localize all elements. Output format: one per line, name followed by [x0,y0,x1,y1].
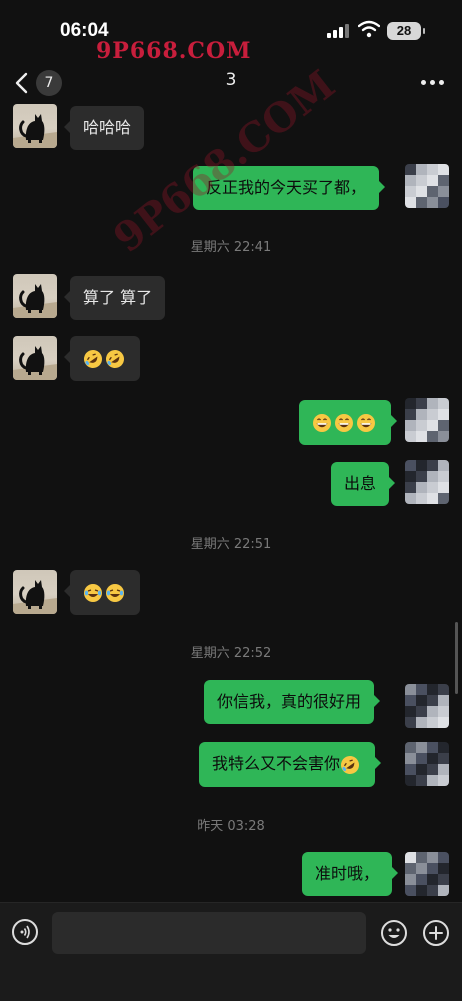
chat-area[interactable]: 哈哈哈 反正我的今天买了都， 星期六 22:41 算了 算了 出息 星期六 22… [0,104,462,902]
wifi-icon [358,20,380,38]
my-avatar[interactable] [405,742,449,786]
laugh-tears-emoji [106,583,124,602]
message-input[interactable] [52,912,366,954]
grin-emoji [357,413,375,432]
timestamp: 昨天 03:28 [197,819,265,834]
input-bar [0,902,462,1001]
message-bubble-outgoing[interactable]: 你信我，真的很好用 [204,680,381,724]
message-bubble-outgoing[interactable] [299,400,397,445]
rofl-emoji [106,349,124,368]
timestamp: 星期六 22:41 [190,240,272,255]
back-button[interactable]: 7 [14,70,66,96]
message-bubble-incoming[interactable]: 哈哈哈 [63,106,145,150]
message-text: 我特么又不会害你 [212,754,341,773]
voice-icon [20,925,30,939]
timestamp: 星期六 22:51 [190,537,272,552]
contact-avatar[interactable] [13,274,57,318]
contact-avatar[interactable] [13,336,57,380]
my-avatar[interactable] [405,684,449,728]
battery-indicator: 28 [387,22,425,40]
my-avatar[interactable] [405,852,449,896]
contact-avatar[interactable] [13,570,57,614]
nav-bar: 7 3 [0,60,462,104]
back-chevron-icon [15,72,28,94]
my-avatar[interactable] [405,460,449,504]
grin-emoji [313,413,331,432]
signal-icon [327,24,349,38]
rofl-emoji [341,755,360,774]
message-bubble-outgoing[interactable]: 准时哦， [302,852,399,896]
more-button[interactable] [418,70,448,94]
contact-avatar[interactable] [13,104,57,148]
emoji-icon[interactable] [380,919,408,947]
unread-count-badge: 7 [36,70,62,96]
message-bubble-outgoing[interactable]: 出息 [331,462,396,506]
message-bubble-outgoing[interactable]: 我特么又不会害你 [199,742,382,787]
message-bubble-incoming[interactable] [64,570,140,615]
rofl-emoji [84,349,102,368]
plus-icon[interactable] [422,919,450,947]
grin-emoji [335,413,353,432]
my-avatar[interactable] [405,398,449,442]
scroll-indicator[interactable] [455,622,458,694]
my-avatar[interactable] [405,164,449,208]
laugh-tears-emoji [84,583,102,602]
message-bubble-incoming[interactable]: 算了 算了 [63,276,166,320]
chat-title: 3 [225,70,237,90]
message-bubble-incoming[interactable] [64,336,140,381]
timestamp: 星期六 22:52 [190,646,272,661]
voice-button[interactable] [12,919,38,945]
